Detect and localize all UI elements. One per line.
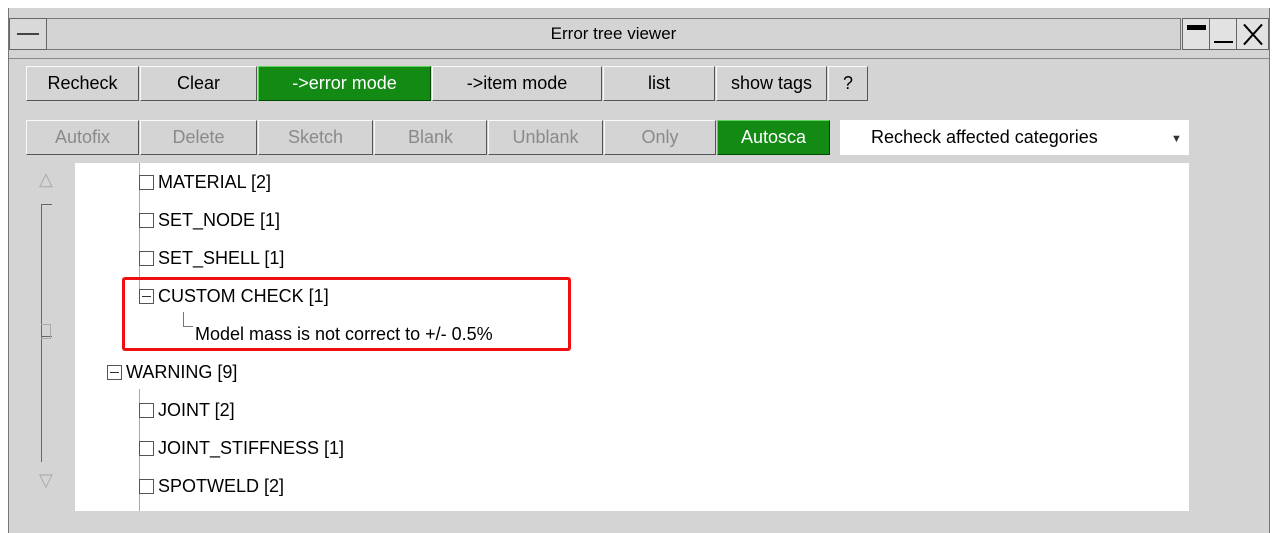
title-bar: Error tree viewer (9, 8, 1269, 59)
tree-item-label: SET_SHELL [1] (158, 248, 285, 268)
unblank-button[interactable]: Unblank (488, 120, 603, 155)
sketch-button[interactable]: Sketch (258, 120, 373, 155)
tree-item-label: JOINT [2] (158, 400, 235, 420)
expand-box-icon[interactable] (139, 403, 154, 418)
only-button[interactable]: Only (604, 120, 716, 155)
expand-box-icon[interactable] (139, 441, 154, 456)
window-menu-button[interactable] (9, 18, 47, 50)
scroll-thumb[interactable] (41, 324, 51, 339)
recheck-button[interactable]: Recheck (26, 66, 139, 101)
tree-item-label: JOINT_STIFFNESS [1] (158, 438, 345, 458)
collapse-box-icon[interactable] (107, 365, 122, 380)
expand-box-icon[interactable] (139, 175, 154, 190)
tree-scrollbar[interactable]: △ ▽ (23, 161, 67, 511)
clear-button[interactable]: Clear (140, 66, 257, 101)
recheck-option-dropdown[interactable]: Recheck affected categories ▼ (840, 120, 1189, 155)
tree-item-label: Model mass is not correct to +/- 0.5% (195, 324, 493, 344)
scroll-up-arrow-icon[interactable]: △ (39, 169, 55, 195)
close-button[interactable] (1236, 18, 1269, 50)
blank-button[interactable]: Blank (374, 120, 487, 155)
tree-item-label: SET_NODE [1] (158, 210, 281, 230)
tree-item-label: SPOTWELD [2] (158, 476, 285, 496)
error-tree-viewer-window: Error tree viewer Recheck Clear ->error … (8, 8, 1270, 533)
tree-item-label: WARNING [9] (126, 362, 238, 382)
error-tree[interactable]: MATERIAL [2] SET_NODE [1] SET_SHELL [1] … (75, 163, 1189, 511)
delete-button[interactable]: Delete (140, 120, 257, 155)
recheck-option-label: Recheck affected categories (871, 127, 1098, 147)
minimize-button[interactable] (1182, 18, 1210, 50)
tree-item-label: MATERIAL [2] (158, 172, 272, 192)
autoscale-button[interactable]: Autosca (717, 120, 830, 155)
tree-connector (183, 326, 193, 327)
expand-box-icon[interactable] (139, 213, 154, 228)
window-title: Error tree viewer (47, 18, 1181, 50)
show-tags-button[interactable]: show tags (716, 66, 827, 101)
expand-box-icon[interactable] (139, 479, 154, 494)
tree-item-label: CUSTOM CHECK [1] (158, 286, 329, 306)
maximize-button[interactable] (1209, 18, 1237, 50)
help-button[interactable]: ? (828, 66, 868, 101)
error-mode-button[interactable]: ->error mode (258, 66, 431, 101)
expand-box-icon[interactable] (139, 251, 154, 266)
item-mode-button[interactable]: ->item mode (432, 66, 602, 101)
scroll-down-arrow-icon[interactable]: ▽ (39, 470, 55, 496)
list-button[interactable]: list (603, 66, 715, 101)
dropdown-arrow-icon: ▼ (1171, 133, 1182, 145)
autofix-button[interactable]: Autofix (26, 120, 139, 155)
collapse-box-icon[interactable] (139, 289, 154, 304)
